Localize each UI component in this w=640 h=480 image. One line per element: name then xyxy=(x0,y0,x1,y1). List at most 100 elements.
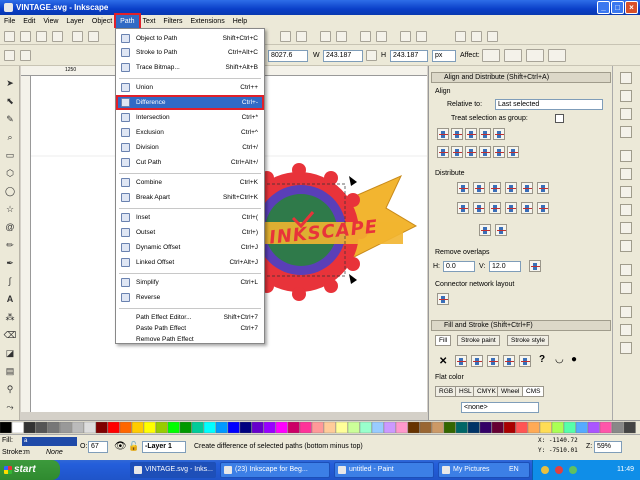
align-bottom-edge-icon[interactable] xyxy=(437,146,449,158)
star-tool-icon[interactable]: ☆ xyxy=(3,202,17,216)
affect-gradient-icon[interactable] xyxy=(526,49,544,62)
align-panel-header[interactable]: Align and Distribute (Shift+Ctrl+A) xyxy=(431,72,611,83)
menu-help[interactable]: Help xyxy=(229,15,251,28)
snap-toggle-icon[interactable] xyxy=(620,72,632,84)
menu-item-inset[interactable]: Inset Ctrl+( xyxy=(117,211,263,224)
connector-tool-icon[interactable]: ⤳ xyxy=(3,400,17,414)
clone-icon[interactable] xyxy=(336,31,347,42)
distribute-middle-icon[interactable] xyxy=(473,202,485,214)
menu-item-cut-path[interactable]: Cut Path Ctrl+Alt+/ xyxy=(117,156,263,169)
align-nodes-h-icon[interactable] xyxy=(479,224,491,236)
rectangle-tool-icon[interactable]: ▭ xyxy=(3,148,17,162)
color-swatch[interactable] xyxy=(203,421,216,434)
xml-editor-icon[interactable] xyxy=(487,31,498,42)
menu-view[interactable]: View xyxy=(39,15,62,28)
color-swatch[interactable] xyxy=(575,421,588,434)
zoom-page-icon[interactable] xyxy=(296,31,307,42)
fill-rule-nonzero-icon[interactable]: ● xyxy=(571,354,577,365)
color-swatch[interactable] xyxy=(347,421,360,434)
menu-item-linked-offset[interactable]: Linked Offset Ctrl+Alt+J xyxy=(117,256,263,269)
color-swatch[interactable] xyxy=(611,421,624,434)
layer-select[interactable]: -Layer 1 xyxy=(142,441,186,453)
tab-cms[interactable]: CMS xyxy=(522,386,545,397)
x-field[interactable]: 8027.6 xyxy=(268,50,308,62)
snap-nodes-icon[interactable] xyxy=(620,150,632,162)
tray-icon[interactable] xyxy=(555,466,563,474)
snap-bbox-corner-icon[interactable] xyxy=(620,126,632,138)
tab-stroke-paint[interactable]: Stroke paint xyxy=(457,335,500,346)
task-inkscape-vintage[interactable]: VINTAGE.svg - Inks... xyxy=(130,462,216,478)
color-swatch[interactable] xyxy=(311,421,324,434)
menu-edit[interactable]: Edit xyxy=(19,15,39,28)
opacity-field[interactable]: 67 xyxy=(88,441,108,453)
snap-smooth-icon[interactable] xyxy=(620,222,632,234)
group-icon[interactable] xyxy=(360,31,371,42)
snap-cusp-icon[interactable] xyxy=(620,204,632,216)
color-swatch[interactable] xyxy=(563,421,576,434)
import-icon[interactable] xyxy=(72,31,83,42)
duplicate-icon[interactable] xyxy=(320,31,331,42)
tray-icon[interactable] xyxy=(569,466,577,474)
language-indicator[interactable]: EN xyxy=(509,460,519,480)
color-swatch[interactable] xyxy=(407,421,420,434)
tab-wheel[interactable]: Wheel xyxy=(497,386,524,397)
color-swatch[interactable] xyxy=(191,421,204,434)
task-paint[interactable]: untitled - Paint xyxy=(334,462,434,478)
color-swatch[interactable] xyxy=(599,421,612,434)
color-swatch[interactable] xyxy=(143,421,156,434)
menu-file[interactable]: File xyxy=(0,15,19,28)
distribute-baseline-icon[interactable] xyxy=(521,182,533,194)
color-swatch[interactable] xyxy=(215,421,228,434)
align-baseline-icon[interactable] xyxy=(507,146,519,158)
color-swatch[interactable] xyxy=(623,421,636,434)
distribute-unclump-icon[interactable] xyxy=(537,202,549,214)
menu-item-division[interactable]: Division Ctrl+/ xyxy=(117,141,263,154)
fill-indicator[interactable]: a xyxy=(22,437,77,446)
snap-midpoint-icon[interactable] xyxy=(620,240,632,252)
affect-corners-icon[interactable] xyxy=(504,49,522,62)
dropper-tool-icon[interactable]: ⚲ xyxy=(3,382,17,396)
menu-item-combine[interactable]: Combine Ctrl+K xyxy=(117,176,263,189)
affect-pattern-icon[interactable] xyxy=(548,49,566,62)
color-swatch[interactable] xyxy=(71,421,84,434)
distribute-right-icon[interactable] xyxy=(489,182,501,194)
fill-stroke-panel-header[interactable]: Fill and Stroke (Shift+Ctrl+F) xyxy=(431,320,611,331)
color-swatch[interactable] xyxy=(395,421,408,434)
color-swatch[interactable] xyxy=(95,421,108,434)
align-top-icon[interactable] xyxy=(451,146,463,158)
color-swatch[interactable] xyxy=(527,421,540,434)
preferences-icon[interactable] xyxy=(455,31,466,42)
bucket-tool-icon[interactable]: ◪ xyxy=(3,346,17,360)
snap-intersections-icon[interactable] xyxy=(620,186,632,198)
color-swatch[interactable] xyxy=(323,421,336,434)
color-swatch[interactable] xyxy=(251,421,264,434)
snap-bbox-icon[interactable] xyxy=(620,90,632,102)
color-swatch[interactable] xyxy=(443,421,456,434)
selector-tool-icon[interactable]: ➤ xyxy=(3,76,17,90)
unset-paint-icon[interactable]: ? xyxy=(539,354,545,365)
color-palette[interactable] xyxy=(0,420,640,434)
menu-item-union[interactable]: Union Ctrl++ xyxy=(117,81,263,94)
color-swatch[interactable] xyxy=(299,421,312,434)
color-swatch[interactable] xyxy=(359,421,372,434)
color-swatch[interactable] xyxy=(263,421,276,434)
color-swatch[interactable] xyxy=(107,421,120,434)
menu-item-difference[interactable]: Difference Ctrl+- xyxy=(116,95,264,110)
color-swatch[interactable] xyxy=(335,421,348,434)
calligraphy-tool-icon[interactable]: ∫ xyxy=(3,274,17,288)
color-swatch[interactable] xyxy=(539,421,552,434)
palette-swatches[interactable] xyxy=(0,421,640,434)
ungroup-icon[interactable] xyxy=(376,31,387,42)
eraser-tool-icon[interactable]: ⌫ xyxy=(3,328,17,342)
text-font-icon[interactable] xyxy=(416,31,427,42)
color-swatch[interactable] xyxy=(515,421,528,434)
color-swatch[interactable] xyxy=(23,421,36,434)
align-left-edge-icon[interactable] xyxy=(493,128,505,140)
color-swatch[interactable] xyxy=(419,421,432,434)
relative-to-select[interactable]: Last selected xyxy=(495,99,603,110)
print-icon[interactable] xyxy=(52,31,63,42)
menu-item-exclusion[interactable]: Exclusion Ctrl+^ xyxy=(117,126,263,139)
color-swatch[interactable] xyxy=(455,421,468,434)
select-all-layers-icon[interactable] xyxy=(20,50,31,61)
flat-color-icon[interactable] xyxy=(455,355,467,367)
